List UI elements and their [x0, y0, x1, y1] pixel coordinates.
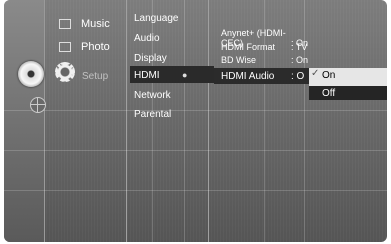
- music-menu[interactable]: Music: [59, 18, 110, 30]
- photo-menu[interactable]: Photo: [59, 41, 110, 53]
- checkmark-icon: ✓: [311, 68, 320, 79]
- setting-bd-wise[interactable]: BD Wise: On: [221, 55, 308, 65]
- menu-audio[interactable]: Audio: [134, 33, 160, 44]
- dropdown-option-off[interactable]: Off: [309, 86, 387, 100]
- menu-hdmi[interactable]: HDMI: [134, 70, 160, 81]
- menu-parental[interactable]: Parental: [134, 109, 171, 120]
- media-column: [44, 0, 127, 242]
- left-icon-column: [4, 0, 45, 242]
- disc-icon[interactable]: [18, 61, 44, 87]
- setting-hdmi-format[interactable]: HDMI Format: TV: [221, 42, 307, 52]
- setting-hdmi-audio[interactable]: HDMI Audio: O: [221, 71, 304, 82]
- menu-language[interactable]: Language: [134, 13, 179, 24]
- dropdown-option-on[interactable]: On: [309, 68, 387, 84]
- setup-screen: Music Photo Setup Language Audio Display…: [4, 0, 387, 242]
- globe-icon[interactable]: [30, 97, 46, 113]
- music-icon: [59, 19, 71, 30]
- menu-network[interactable]: Network: [134, 90, 171, 101]
- menu-display[interactable]: Display: [134, 53, 167, 64]
- gear-icon[interactable]: [55, 62, 75, 82]
- submenu-indicator-icon: ●: [182, 70, 188, 80]
- photo-icon: [59, 42, 71, 53]
- setup-label[interactable]: Setup: [82, 71, 108, 82]
